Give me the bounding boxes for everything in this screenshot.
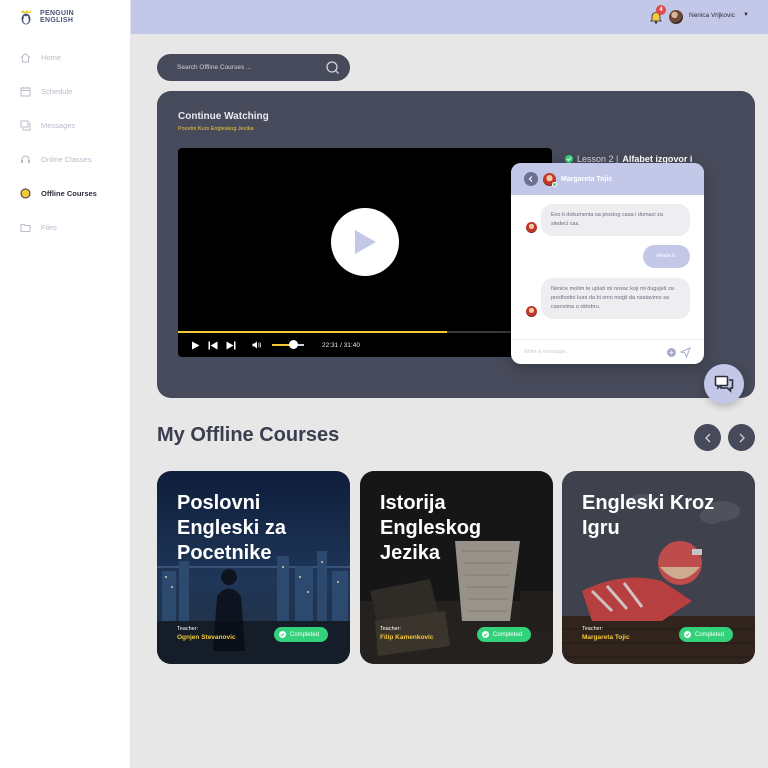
check-icon [565, 155, 573, 163]
check-icon [482, 631, 489, 638]
play-icon [355, 230, 376, 254]
skip-forward-icon[interactable] [226, 340, 236, 350]
sidebar-nav: Home Schedule Messages Online Classes Of… [0, 40, 131, 244]
status-badge: Completed [477, 627, 532, 642]
course-title: Poslovni Engleski za Pocetnike [177, 492, 286, 564]
chat-contact-name: Margareta Tojic [561, 175, 613, 183]
offline-icon [19, 187, 31, 199]
course-card[interactable]: Istorija Engleskog Jezika Teacher: Filip… [360, 471, 553, 664]
chevron-left-icon[interactable] [524, 172, 538, 186]
chevron-left-icon [704, 433, 710, 442]
search-input[interactable] [177, 54, 317, 81]
chat-toggle-button[interactable] [704, 364, 744, 404]
brand-line-1: PENGUIN [40, 10, 74, 17]
calendar-icon [19, 85, 31, 97]
status-label: Completed [695, 631, 725, 638]
chat-composer: + [511, 339, 704, 364]
sidebar-item-label: Messages [41, 120, 76, 130]
message-avatar [526, 222, 537, 233]
video-controls: 22:31 / 31:40 [190, 338, 360, 352]
folder-icon [19, 221, 31, 233]
volume-icon[interactable] [252, 340, 262, 350]
status-badge: Completed [679, 627, 734, 642]
sidebar-item-files[interactable]: Files [0, 210, 131, 244]
search-bar [157, 54, 350, 81]
carousel-next-button[interactable] [728, 424, 755, 451]
continue-watching-title: Continue Watching [178, 111, 269, 122]
teacher-label: Teacher: [177, 626, 199, 632]
status-label: Completed [493, 631, 523, 638]
send-icon[interactable] [680, 347, 691, 358]
brand-logo[interactable]: PENGUIN ENGLISH [19, 9, 74, 25]
online-status-dot [552, 181, 557, 187]
sidebar: PENGUIN ENGLISH Home Schedule Messages O… [0, 0, 131, 768]
search-icon[interactable] [325, 60, 340, 75]
sidebar-item-label: Files [41, 222, 57, 232]
headset-icon [19, 153, 31, 165]
top-bar: 4 Nenica Vrljkovic ▼ [131, 0, 768, 34]
video-player[interactable]: 22:31 / 31:40 [178, 148, 552, 357]
sidebar-item-home[interactable]: Home [0, 40, 131, 74]
teacher-name: Margareta Tojic [582, 634, 630, 641]
chevron-right-icon [739, 433, 745, 442]
chat-message: Nenice molim te uplati mi novac koji mi … [541, 278, 690, 319]
skip-back-icon[interactable] [208, 340, 218, 350]
course-card[interactable]: Engleski Kroz Igru Teacher: Margareta To… [562, 471, 755, 664]
sidebar-item-schedule[interactable]: Schedule [0, 74, 131, 108]
messages-icon [19, 119, 31, 131]
volume-slider[interactable] [272, 340, 304, 349]
user-name[interactable]: Nenica Vrljkovic [689, 12, 735, 19]
carousel-prev-button[interactable] [694, 424, 721, 451]
chat-window: Margareta Tojic Evo ti dokumenta sa pros… [511, 163, 704, 364]
video-progress-fill [178, 331, 448, 333]
add-attachment-icon[interactable]: + [667, 348, 676, 357]
teacher-label: Teacher: [582, 626, 604, 632]
play-button[interactable] [331, 208, 399, 276]
chat-contact-avatar [543, 172, 557, 187]
status-badge: Completed [274, 627, 329, 642]
sidebar-item-label: Offline Courses [41, 188, 97, 198]
course-title: Engleski Kroz Igru [582, 492, 715, 539]
chat-message: Evo ti dokumenta sa proslog casa i domac… [541, 204, 690, 236]
sidebar-item-label: Schedule [41, 86, 73, 96]
penguin-logo-icon [21, 10, 31, 25]
sidebar-item-offline-courses[interactable]: Offline Courses [0, 176, 131, 210]
teacher-name: Filip Kamenkovic [380, 634, 434, 641]
play-small-icon[interactable] [190, 340, 200, 350]
message-avatar [526, 306, 537, 317]
sidebar-item-label: Home [41, 52, 62, 62]
chat-message-input[interactable] [524, 345, 664, 359]
video-time: 22:31 / 31:40 [322, 341, 360, 349]
courses-section-title: My Offline Courses [157, 424, 340, 446]
sidebar-item-label: Online Classes [41, 154, 92, 164]
course-title: Istorija Engleskog Jezika [380, 492, 482, 564]
teacher-label: Teacher: [380, 626, 402, 632]
course-card[interactable]: Poslovni Engleski za Pocetnike Teacher: … [157, 471, 350, 664]
notification-badge: 4 [656, 5, 666, 15]
sidebar-item-messages[interactable]: Messages [0, 108, 131, 142]
brand-name: PENGUIN ENGLISH [40, 10, 74, 24]
chevron-down-icon[interactable]: ▼ [743, 12, 749, 18]
teacher-name: Ognjen Stevanovic [177, 634, 236, 641]
chat-header: Margareta Tojic [511, 163, 704, 195]
course-subtitle[interactable]: Pocetni Kurs Engleskog Jezika [178, 126, 254, 132]
brand-line-2: ENGLISH [40, 17, 74, 24]
chat-bubbles-icon [714, 375, 734, 393]
user-avatar[interactable] [669, 10, 683, 24]
sidebar-item-online-classes[interactable]: Online Classes [0, 142, 131, 176]
check-icon [279, 631, 286, 638]
check-icon [684, 631, 691, 638]
status-label: Completed [290, 631, 320, 638]
volume-knob[interactable] [288, 340, 298, 349]
home-icon [19, 51, 31, 63]
video-progress-bar[interactable] [178, 331, 552, 333]
chat-message-outgoing: Hvala ti. [643, 245, 690, 268]
